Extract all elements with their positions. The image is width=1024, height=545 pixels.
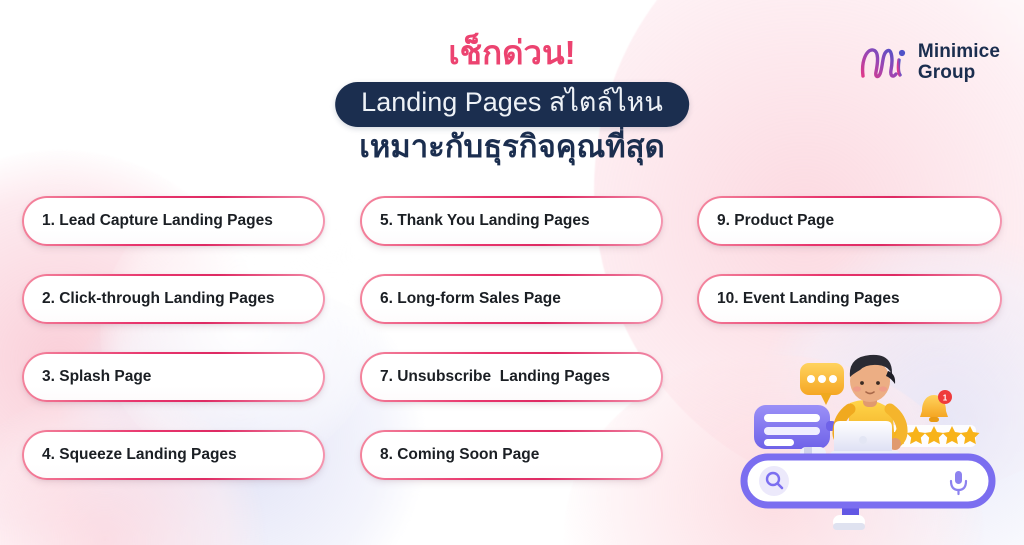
list-item-label: 3. Splash Page bbox=[42, 368, 152, 385]
list-item[interactable]: 7. Unsubscribe Landing Pages bbox=[360, 352, 663, 402]
logo-wordmark: Minimice Group bbox=[918, 42, 1000, 83]
list-item-label: 9. Product Page bbox=[717, 212, 835, 229]
column-2: 5. Thank You Landing Pages 6. Long-form … bbox=[360, 196, 680, 508]
logo-dot bbox=[898, 49, 905, 57]
logo-line-2: Group bbox=[917, 62, 976, 83]
list-item[interactable]: 1. Lead Capture Landing Pages bbox=[22, 196, 325, 246]
list-item-label: 7. Unsubscribe Landing Pages bbox=[380, 368, 610, 385]
list-item-label: 1. Lead Capture Landing Pages bbox=[42, 212, 273, 229]
header: เช็กด่วน! Landing Pages สไตล์ไหน เหมาะกั… bbox=[0, 0, 1024, 180]
column-1: 1. Lead Capture Landing Pages 2. Click-t… bbox=[22, 196, 342, 508]
list-item[interactable]: 6. Long-form Sales Page bbox=[360, 274, 663, 324]
list-item[interactable]: 2. Click-through Landing Pages bbox=[22, 274, 325, 324]
list-item[interactable]: 8. Coming Soon Page bbox=[360, 430, 663, 480]
list-item-label: 6. Long-form Sales Page bbox=[380, 290, 561, 307]
list-item[interactable]: 9. Product Page bbox=[697, 196, 1002, 246]
list-item-label: 5. Thank You Landing Pages bbox=[380, 212, 590, 229]
minimice-m-mark-icon bbox=[860, 48, 905, 79]
list-item-label: 8. Coming Soon Page bbox=[380, 446, 540, 463]
brand-logo: Minimice Group bbox=[858, 42, 1000, 84]
column-3: 9. Product Page 10. Event Landing Pages bbox=[697, 196, 1017, 352]
title-badge: Landing Pages สไตล์ไหน bbox=[335, 82, 689, 127]
list-item-label: 4. Squeeze Landing Pages bbox=[42, 446, 237, 463]
list-item-label: 10. Event Landing Pages bbox=[717, 290, 900, 307]
list-item[interactable]: 5. Thank You Landing Pages bbox=[360, 196, 663, 246]
list-item[interactable]: 10. Event Landing Pages bbox=[697, 274, 1002, 324]
logo-line-1: Minimice bbox=[917, 41, 1000, 63]
list-item[interactable]: 3. Splash Page bbox=[22, 352, 325, 402]
list-item[interactable]: 4. Squeeze Landing Pages bbox=[22, 430, 325, 480]
landing-page-types-grid: 1. Lead Capture Landing Pages 2. Click-t… bbox=[0, 196, 1024, 516]
list-item-label: 2. Click-through Landing Pages bbox=[42, 290, 275, 307]
page-subtitle: เหมาะกับธุรกิจคุณที่สุด bbox=[359, 129, 665, 164]
